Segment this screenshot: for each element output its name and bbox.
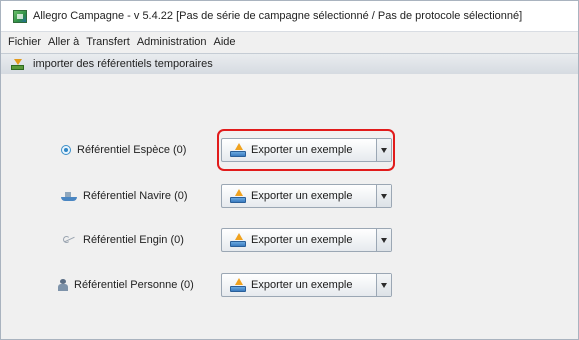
menu-aide[interactable]: Aide bbox=[214, 36, 236, 48]
export-dropdown-navire[interactable] bbox=[376, 185, 391, 207]
export-icon bbox=[230, 233, 246, 247]
export-example-button-navire[interactable]: Exporter un exemple bbox=[221, 184, 392, 208]
menu-fichier[interactable]: Fichier bbox=[8, 36, 41, 48]
export-dropdown-espece[interactable] bbox=[376, 139, 391, 161]
export-example-label: Exporter un exemple bbox=[251, 279, 353, 291]
export-example-main-engin[interactable]: Exporter un exemple bbox=[222, 229, 376, 251]
export-example-main-espece[interactable]: Exporter un exemple bbox=[222, 139, 376, 161]
hook-icon bbox=[63, 235, 77, 245]
export-example-label: Exporter un exemple bbox=[251, 190, 353, 202]
chevron-down-icon bbox=[381, 237, 387, 243]
referentiel-espece-label: Référentiel Espèce (0) bbox=[77, 144, 187, 156]
menu-transfert[interactable]: Transfert bbox=[86, 36, 130, 48]
menu-aller-a[interactable]: Aller à bbox=[48, 36, 79, 48]
radio-icon bbox=[61, 145, 71, 155]
person-icon bbox=[58, 279, 68, 291]
chevron-down-icon bbox=[381, 193, 387, 199]
window-title: Allegro Campagne - v 5.4.22 [Pas de séri… bbox=[33, 10, 523, 22]
export-example-button-engin[interactable]: Exporter un exemple bbox=[221, 228, 392, 252]
referentiel-engin-label: Référentiel Engin (0) bbox=[83, 234, 184, 246]
title-bar: Allegro Campagne - v 5.4.22 [Pas de séri… bbox=[1, 1, 578, 32]
export-example-button-espece[interactable]: Exporter un exemple bbox=[221, 138, 392, 162]
chevron-down-icon bbox=[381, 147, 387, 153]
menu-administration[interactable]: Administration bbox=[137, 36, 207, 48]
ship-icon bbox=[61, 191, 77, 201]
row-referentiel-engin: Référentiel Engin (0) bbox=[63, 228, 184, 252]
import-icon bbox=[11, 58, 24, 70]
menu-bar: Fichier Aller à Transfert Administration… bbox=[1, 32, 578, 52]
app-logo-icon bbox=[13, 9, 27, 23]
export-example-label: Exporter un exemple bbox=[251, 144, 353, 156]
export-icon bbox=[230, 143, 246, 157]
export-dropdown-personne[interactable] bbox=[376, 274, 391, 296]
export-example-label: Exporter un exemple bbox=[251, 234, 353, 246]
export-icon bbox=[230, 189, 246, 203]
row-referentiel-navire: Référentiel Navire (0) bbox=[61, 184, 188, 208]
export-example-main-personne[interactable]: Exporter un exemple bbox=[222, 274, 376, 296]
panel-title: importer des référentiels temporaires bbox=[33, 58, 213, 70]
panel-header: importer des référentiels temporaires bbox=[1, 53, 578, 75]
app-window: Allegro Campagne - v 5.4.22 [Pas de séri… bbox=[0, 0, 579, 340]
row-referentiel-personne: Référentiel Personne (0) bbox=[58, 273, 194, 297]
export-example-button-personne[interactable]: Exporter un exemple bbox=[221, 273, 392, 297]
export-example-main-navire[interactable]: Exporter un exemple bbox=[222, 185, 376, 207]
referentiel-personne-label: Référentiel Personne (0) bbox=[74, 279, 194, 291]
row-referentiel-espece: Référentiel Espèce (0) bbox=[61, 138, 186, 162]
export-icon bbox=[230, 278, 246, 292]
referentiel-navire-label: Référentiel Navire (0) bbox=[83, 190, 188, 202]
chevron-down-icon bbox=[381, 282, 387, 288]
export-dropdown-engin[interactable] bbox=[376, 229, 391, 251]
